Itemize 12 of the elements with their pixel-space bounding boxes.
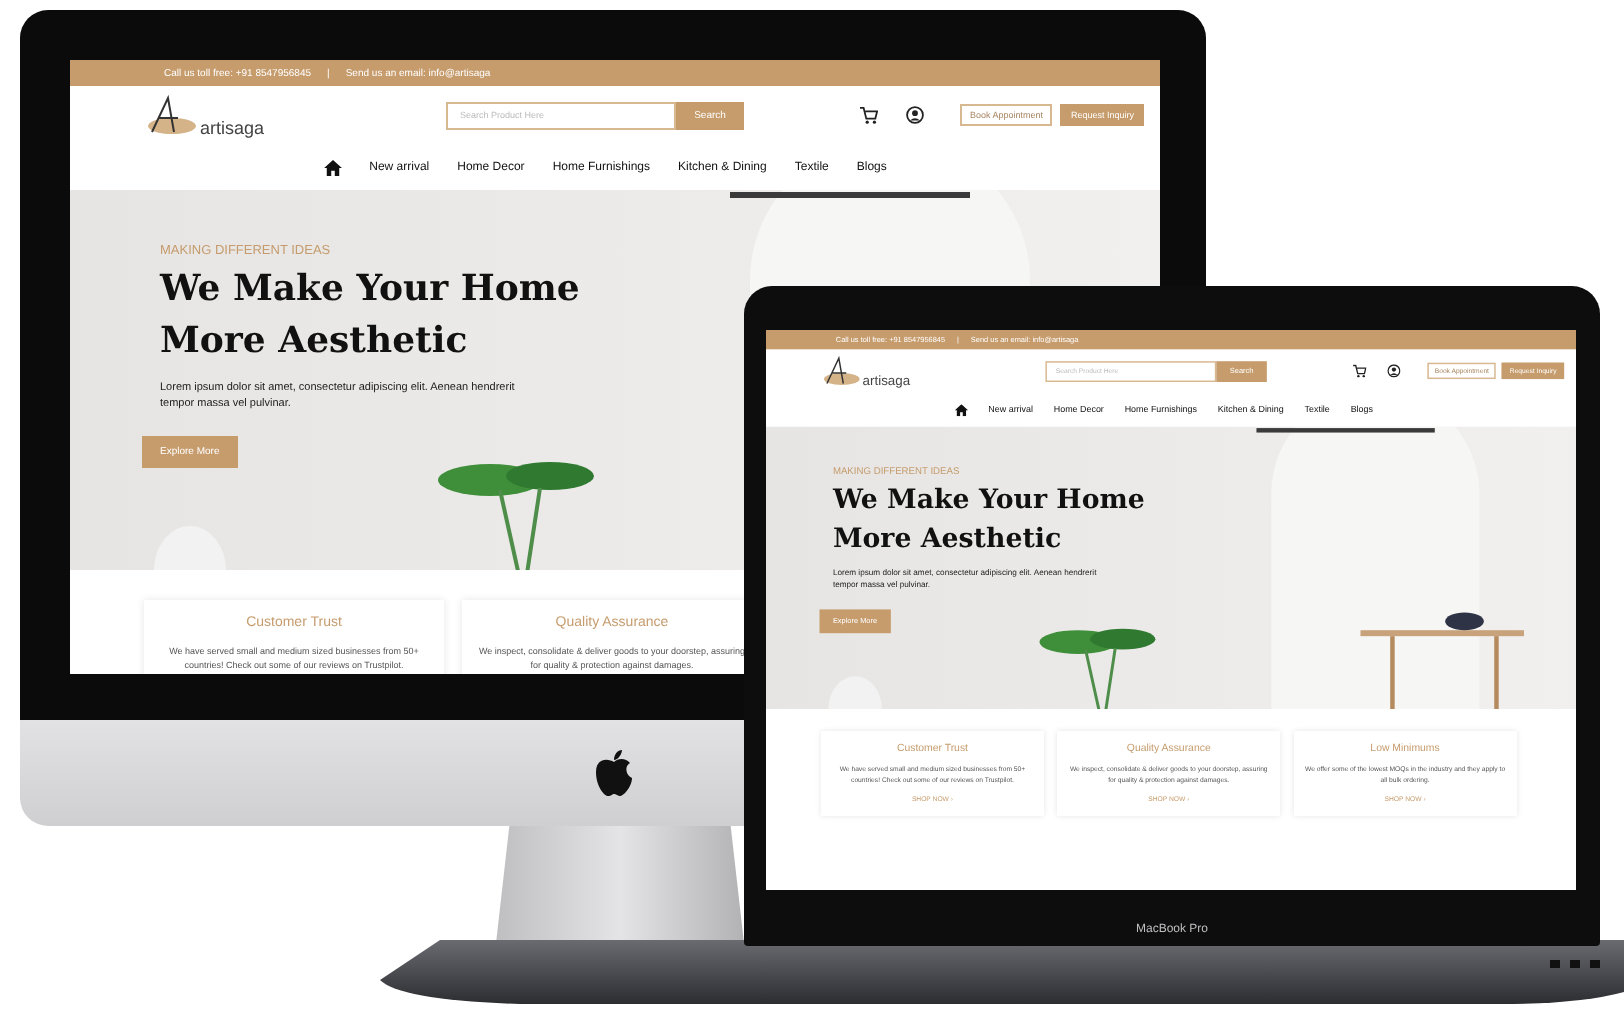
cart-icon (1352, 364, 1367, 378)
hero-title: We Make Your Home More Aesthetic (160, 266, 580, 366)
logo-icon (822, 354, 862, 388)
user-icon (905, 106, 924, 124)
hero-title: We Make Your Home More Aesthetic (832, 482, 1145, 559)
apple-icon (593, 749, 633, 797)
logo-icon (146, 93, 198, 137)
home-icon (954, 403, 968, 416)
user-icon (1387, 364, 1401, 378)
home-icon (323, 159, 342, 175)
cart-icon (859, 106, 878, 124)
logo-text: artisaga (200, 117, 265, 137)
